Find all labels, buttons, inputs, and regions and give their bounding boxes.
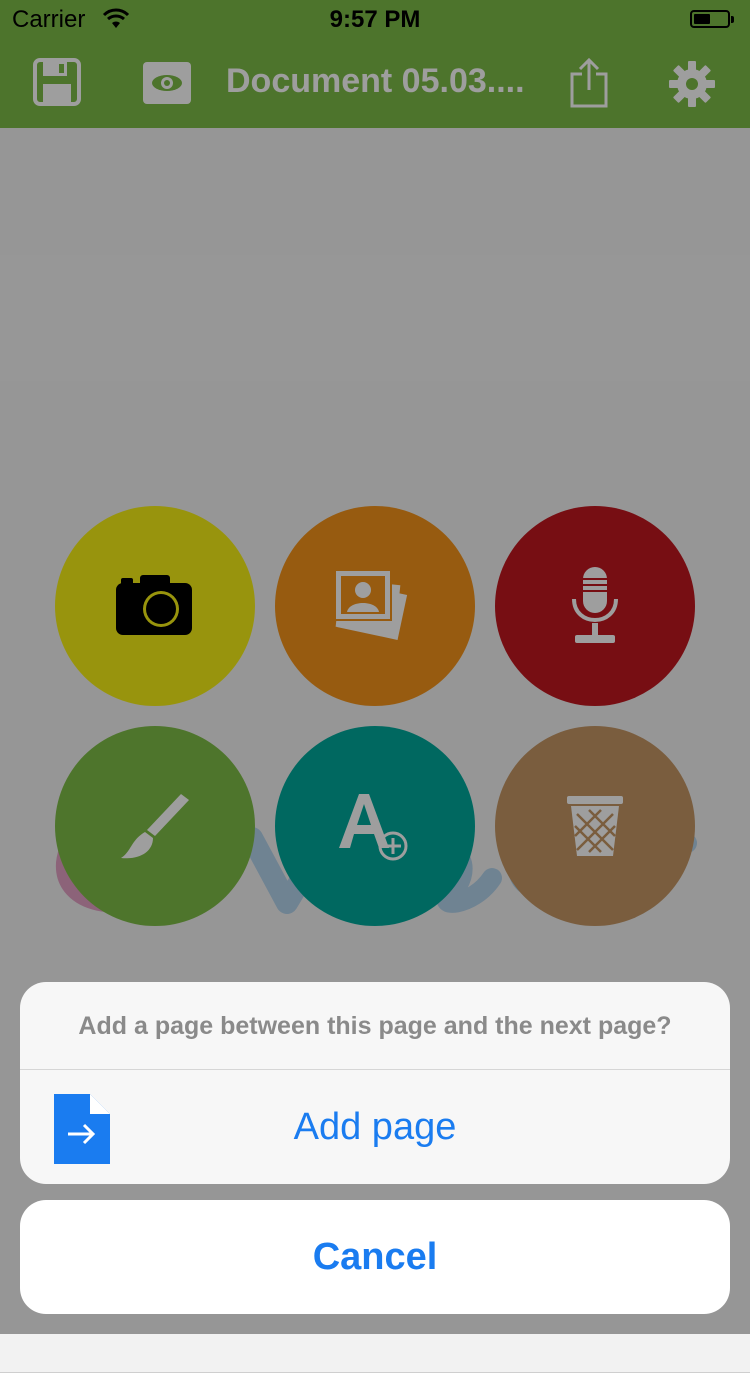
add-page-button[interactable]: Add page (20, 1070, 730, 1184)
action-sheet-message: Add a page between this page and the nex… (78, 1011, 672, 1040)
action-sheet: Add a page between this page and the nex… (20, 982, 730, 1184)
add-page-label: Add page (293, 1106, 457, 1148)
cancel-button[interactable]: Cancel (20, 1200, 730, 1314)
